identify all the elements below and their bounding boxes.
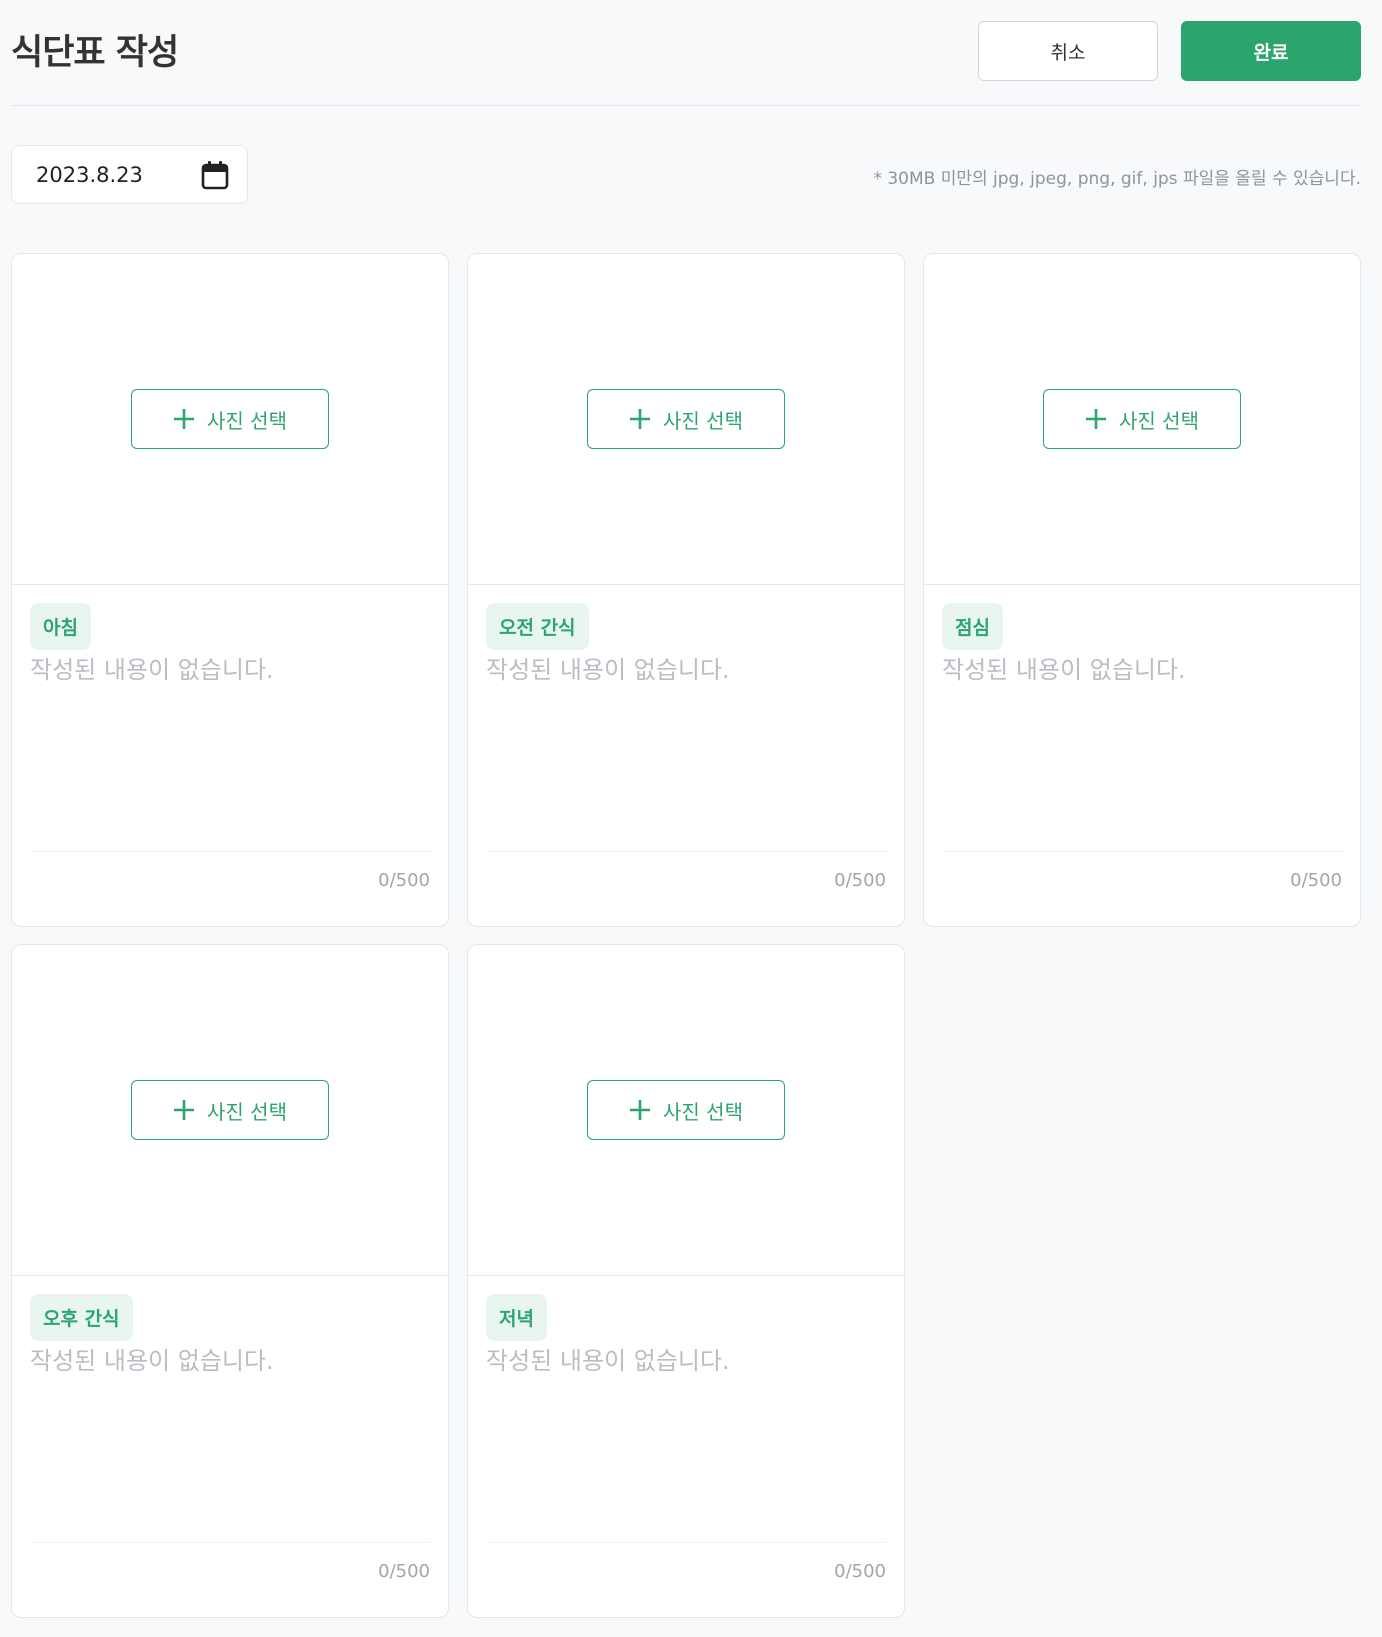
select-photo-button[interactable]: 사진 선택 xyxy=(587,389,785,449)
meal-card-breakfast: 사진 선택 아침 0/500 xyxy=(11,253,449,927)
select-photo-button[interactable]: 사진 선택 xyxy=(1043,389,1241,449)
header-divider xyxy=(11,105,1361,106)
meal-tag: 아침 xyxy=(30,603,91,650)
photo-area: 사진 선택 xyxy=(12,254,448,585)
meal-card-lunch: 사진 선택 점심 0/500 xyxy=(923,253,1361,927)
counter-divider xyxy=(486,851,886,852)
select-photo-button[interactable]: 사진 선택 xyxy=(131,389,329,449)
plus-icon xyxy=(174,1100,195,1120)
char-counter: 0/500 xyxy=(378,1561,430,1582)
plus-icon xyxy=(1086,409,1107,429)
date-picker[interactable]: 2023.8.23 xyxy=(11,145,248,204)
select-photo-label: 사진 선택 xyxy=(663,1099,743,1124)
meal-tag: 오전 간식 xyxy=(486,603,589,650)
meal-content-input[interactable] xyxy=(486,654,886,919)
cancel-button[interactable]: 취소 xyxy=(978,21,1158,81)
select-photo-label: 사진 선택 xyxy=(207,1099,287,1124)
meal-plan-editor: 식단표 작성 취소 완료 2023.8.23 * 30MB 미만의 jpg, j… xyxy=(0,0,1382,1637)
plus-icon xyxy=(630,1100,651,1120)
photo-area: 사진 선택 xyxy=(12,945,448,1276)
meal-tag: 저녁 xyxy=(486,1294,547,1341)
counter-divider xyxy=(942,851,1342,852)
photo-area: 사진 선택 xyxy=(468,945,904,1276)
photo-area: 사진 선택 xyxy=(468,254,904,585)
plus-icon xyxy=(174,409,195,429)
char-counter: 0/500 xyxy=(1290,870,1342,891)
calendar-icon[interactable] xyxy=(201,160,229,190)
plus-icon xyxy=(630,409,651,429)
page-title: 식단표 작성 xyxy=(11,33,179,73)
upload-hint: * 30MB 미만의 jpg, jpeg, png, gif, jps 파일을 … xyxy=(873,169,1361,189)
select-photo-label: 사진 선택 xyxy=(1119,408,1199,433)
counter-divider xyxy=(30,851,430,852)
meal-content-input[interactable] xyxy=(942,654,1342,919)
meal-content-input[interactable] xyxy=(30,1345,430,1610)
char-counter: 0/500 xyxy=(834,870,886,891)
select-photo-button[interactable]: 사진 선택 xyxy=(587,1080,785,1140)
meal-content-input[interactable] xyxy=(486,1345,886,1610)
meal-tag: 오후 간식 xyxy=(30,1294,133,1341)
counter-divider xyxy=(486,1542,886,1543)
counter-divider xyxy=(30,1542,430,1543)
meal-card-afternoon-snack: 사진 선택 오후 간식 0/500 xyxy=(11,944,449,1618)
meal-tag: 점심 xyxy=(942,603,1003,650)
select-photo-label: 사진 선택 xyxy=(663,408,743,433)
select-photo-button[interactable]: 사진 선택 xyxy=(131,1080,329,1140)
photo-area: 사진 선택 xyxy=(924,254,1360,585)
meal-card-morning-snack: 사진 선택 오전 간식 0/500 xyxy=(467,253,905,927)
date-value: 2023.8.23 xyxy=(36,162,143,187)
meal-card-dinner: 사진 선택 저녁 0/500 xyxy=(467,944,905,1618)
meal-content-input[interactable] xyxy=(30,654,430,919)
select-photo-label: 사진 선택 xyxy=(207,408,287,433)
char-counter: 0/500 xyxy=(834,1561,886,1582)
done-button[interactable]: 완료 xyxy=(1181,21,1361,81)
char-counter: 0/500 xyxy=(378,870,430,891)
